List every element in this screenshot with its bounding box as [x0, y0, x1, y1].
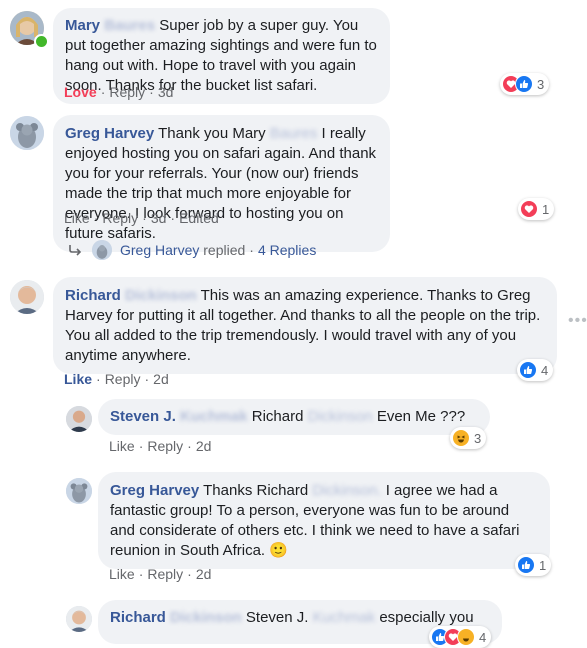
reply-actions: Like · Reply · 2d — [109, 438, 212, 454]
love-link[interactable]: Love — [64, 84, 97, 100]
reaction-summary[interactable]: 3 — [450, 427, 487, 449]
replies-author: Greg Harvey — [120, 242, 200, 258]
reply-text: Steven J. Kuchmak especially you — [245, 609, 474, 626]
avatar-richard[interactable] — [66, 606, 92, 632]
reply-arrow-icon — [68, 244, 82, 256]
timestamp[interactable]: 2d — [196, 566, 212, 582]
reply-text: Richard Dickinson Even Me ??? — [251, 408, 466, 425]
comment-bubble: Richard Dickinson This was an amazing ex… — [53, 277, 557, 374]
comment-author[interactable]: Greg Harvey — [65, 125, 154, 142]
comment-bubble: Greg Harvey Thank you Mary Baures I real… — [53, 115, 390, 252]
replies-count: 4 Replies — [257, 242, 317, 258]
smile-emoji-icon: 🙂 — [269, 542, 288, 559]
reply-bubble: Steven J. Kuchmak Richard Dickinson Even… — [98, 399, 490, 435]
avatar-steven[interactable] — [66, 406, 92, 432]
reaction-count: 3 — [474, 430, 482, 446]
comment-actions: Like · Reply · 2d — [64, 371, 169, 387]
comment-actions: Like · Reply · 3d · Edited — [64, 210, 219, 226]
reply-link[interactable]: Reply — [109, 84, 145, 100]
reaction-summary[interactable]: 3 — [500, 73, 550, 95]
heart-reaction-icon — [520, 200, 538, 218]
reply-actions: Like · Reply · 2d — [109, 566, 212, 582]
like-link[interactable]: Like — [64, 210, 90, 226]
reply-author[interactable]: Richard Dickinson — [110, 609, 242, 626]
comment-author[interactable]: Mary Baures — [65, 17, 155, 34]
more-horizontal-icon[interactable]: ••• — [568, 312, 587, 330]
reaction-count: 1 — [539, 557, 547, 573]
reaction-summary[interactable]: 4 — [429, 626, 492, 648]
online-status-indicator — [34, 34, 49, 49]
like-link[interactable]: Like — [109, 438, 135, 454]
reaction-count: 4 — [479, 629, 487, 645]
like-link[interactable]: Like — [64, 371, 92, 387]
view-replies-link[interactable]: Greg Harvey replied · 4 Replies — [68, 240, 316, 260]
edited-label[interactable]: Edited — [179, 210, 219, 226]
like-reaction-icon — [519, 361, 537, 379]
like-link[interactable]: Like — [109, 566, 135, 582]
reply-link[interactable]: Reply — [102, 210, 138, 226]
comment-actions: Love · Reply · 3d — [64, 84, 174, 100]
like-reaction-icon — [515, 75, 533, 93]
timestamp[interactable]: 2d — [196, 438, 212, 454]
reaction-count: 3 — [537, 76, 545, 92]
avatar-greg-harvey-small — [92, 240, 112, 260]
timestamp[interactable]: 3d — [151, 210, 167, 226]
avatar-greg-harvey[interactable] — [66, 478, 92, 504]
reply-bubble: Greg Harvey Thanks Richard Dickinson. I … — [98, 472, 550, 569]
reply-link[interactable]: Reply — [147, 566, 183, 582]
reply-link[interactable]: Reply — [105, 371, 141, 387]
reaction-summary[interactable]: 1 — [518, 198, 555, 220]
haha-reaction-icon — [457, 628, 475, 646]
replies-verb: replied — [203, 242, 246, 258]
haha-reaction-icon — [452, 429, 470, 447]
avatar-richard[interactable] — [10, 280, 44, 314]
reaction-summary[interactable]: 4 — [517, 359, 554, 381]
reaction-count: 4 — [541, 362, 549, 378]
reply-link[interactable]: Reply — [147, 438, 183, 454]
reaction-count: 1 — [542, 201, 550, 217]
avatar-greg-harvey[interactable] — [10, 116, 44, 150]
timestamp[interactable]: 2d — [153, 371, 169, 387]
comment-author[interactable]: Richard Dickinson — [65, 287, 197, 304]
reply-author[interactable]: Greg Harvey — [110, 482, 199, 499]
reaction-summary[interactable]: 1 — [515, 554, 552, 576]
reply-author[interactable]: Steven J. Kuchmak — [110, 408, 248, 425]
like-reaction-icon — [517, 556, 535, 574]
timestamp[interactable]: 3d — [158, 84, 174, 100]
